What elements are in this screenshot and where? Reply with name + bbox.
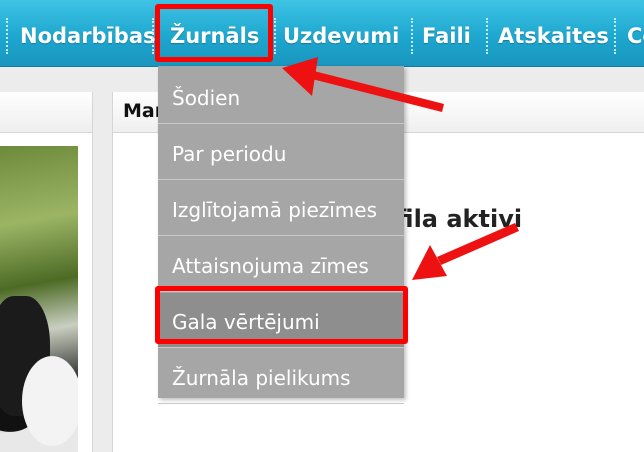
arrow-to-gala-vertejumi [412, 223, 519, 280]
annotation-arrows [282, 57, 519, 280]
arrow-to-zurnals [282, 57, 444, 112]
